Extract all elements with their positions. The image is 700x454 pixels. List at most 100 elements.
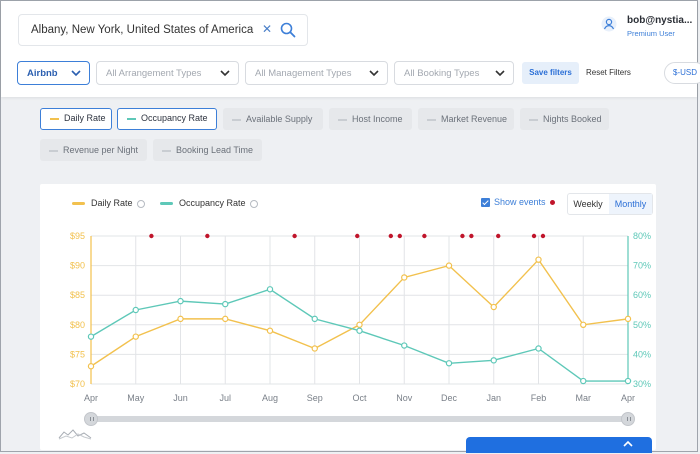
- right-axis-tick-label: 30%: [633, 379, 651, 389]
- x-axis-tick-label: Jun: [173, 393, 188, 403]
- save-filters-button[interactable]: Save filters: [522, 62, 579, 84]
- left-axis-tick-label: $70: [70, 379, 85, 389]
- metric-label: Nights Booked: [543, 114, 602, 124]
- right-axis-tick-label: 70%: [633, 261, 651, 271]
- currency-select[interactable]: $-USD: [664, 62, 700, 84]
- metric-swatch: [529, 118, 538, 121]
- occupancy-rate-swatch: [127, 117, 136, 120]
- data-point-daily-rate: [177, 315, 184, 323]
- data-point-daily-rate: [356, 321, 363, 328]
- management-select-value: All Management Types: [255, 68, 352, 79]
- left-axis-tick-label: $95: [70, 231, 85, 241]
- right-axis-tick-label: 60%: [633, 290, 651, 300]
- data-point-daily-rate: [266, 327, 274, 334]
- data-point-daily-rate: [311, 345, 318, 352]
- event-marker: [540, 233, 546, 239]
- metric-swatch: [49, 149, 58, 152]
- event-marker: [397, 233, 402, 239]
- x-axis-tick-label: Aug: [262, 393, 278, 403]
- metric-label: Daily Rate: [64, 113, 106, 123]
- data-point-occupancy-rate: [132, 306, 139, 314]
- metric-swatch: [232, 118, 241, 121]
- range-start-handle[interactable]: [84, 412, 98, 426]
- booking-select-value: All Booking Types: [404, 68, 480, 79]
- event-marker: [496, 233, 501, 239]
- metric-label: Available Supply: [246, 114, 313, 124]
- data-point-daily-rate: [624, 315, 632, 323]
- data-point-occupancy-rate: [401, 342, 408, 349]
- user-name: bob@nystia...: [627, 15, 693, 26]
- arrangement-select[interactable]: All Arrangement Types: [96, 61, 239, 85]
- metric-booking-lead-time[interactable]: Booking Lead Time: [153, 139, 262, 161]
- x-axis-tick-label: Apr: [621, 393, 635, 403]
- data-point-occupancy-rate: [624, 377, 632, 385]
- data-point-daily-rate: [535, 256, 542, 263]
- metric-occupancy-rate[interactable]: Occupancy Rate: [117, 108, 217, 130]
- data-point-occupancy-rate: [311, 315, 318, 323]
- left-axis-tick-label: $90: [70, 261, 85, 271]
- metric-swatch: [427, 118, 436, 121]
- management-select[interactable]: All Management Types: [245, 61, 388, 85]
- metric-market-revenue[interactable]: Market Revenue: [418, 108, 514, 130]
- metric-host-income[interactable]: Host Income: [329, 108, 412, 130]
- metric-daily-rate[interactable]: Daily Rate: [40, 108, 112, 130]
- x-axis-tick-label: May: [127, 393, 145, 403]
- right-axis-tick-label: 50%: [633, 320, 651, 330]
- event-marker: [422, 233, 427, 239]
- data-point-occupancy-rate: [580, 377, 587, 385]
- platform-select[interactable]: Airbnb: [17, 61, 90, 85]
- data-point-daily-rate: [490, 303, 497, 311]
- arrangement-select-value: All Arrangement Types: [106, 68, 202, 79]
- data-point-daily-rate: [445, 262, 453, 269]
- x-axis-tick-label: Jul: [219, 393, 231, 403]
- line-chart: $70 30% $75 40% $80 50% $85 60% $90 70% $95 80% Apr M…: [70, 231, 651, 403]
- data-point-occupancy-rate: [222, 300, 229, 308]
- chevron-down-icon: [220, 70, 230, 77]
- event-marker: [460, 233, 465, 239]
- range-end-handle[interactable]: [621, 412, 635, 426]
- close-icon[interactable]: ✕: [262, 22, 272, 36]
- data-point-occupancy-rate: [490, 357, 497, 364]
- x-axis-tick-label: Nov: [396, 393, 413, 403]
- mini-preview-icon: [58, 429, 92, 440]
- left-axis-tick-label: $75: [70, 349, 85, 359]
- chart-card: Daily Rate Occupancy Rate Show events We…: [40, 184, 656, 450]
- search-input[interactable]: Albany, New York, United States of Ameri…: [31, 24, 253, 36]
- reset-filters-button[interactable]: Reset Filters: [586, 62, 631, 84]
- event-marker: [531, 233, 537, 239]
- location-search[interactable]: Albany, New York, United States of Ameri…: [18, 14, 308, 46]
- data-point-daily-rate: [401, 274, 408, 281]
- metric-revenue-per-night[interactable]: Revenue per Night: [40, 139, 147, 161]
- chevron-up-icon: [623, 440, 633, 447]
- event-marker: [292, 233, 297, 239]
- left-axis-tick-label: $80: [70, 320, 85, 330]
- data-point-daily-rate: [87, 363, 95, 370]
- data-point-daily-rate: [580, 321, 587, 328]
- x-axis-tick-label: Sep: [307, 393, 323, 403]
- x-axis-tick-label: Oct: [352, 393, 367, 403]
- x-axis-tick-label: Feb: [531, 393, 547, 403]
- x-axis-tick-label: Apr: [84, 393, 98, 403]
- event-marker: [205, 233, 210, 239]
- user-plan: Premium User: [627, 29, 675, 38]
- metric-nights-booked[interactable]: Nights Booked: [520, 108, 609, 130]
- user-icon: [601, 16, 617, 32]
- metric-available-supply[interactable]: Available Supply: [223, 108, 323, 130]
- metric-label: Occupancy Rate: [141, 113, 208, 123]
- scroll-to-top-tab[interactable]: [466, 437, 652, 453]
- data-point-occupancy-rate: [445, 360, 453, 367]
- data-point-occupancy-rate: [535, 345, 542, 352]
- right-axis-tick-label: 80%: [633, 231, 651, 241]
- right-axis-tick-label: 40%: [633, 349, 651, 359]
- x-axis-tick-label: Jan: [486, 393, 501, 403]
- metric-swatch: [338, 118, 347, 121]
- platform-select-value: Airbnb: [27, 68, 58, 79]
- booking-select[interactable]: All Booking Types: [394, 61, 514, 85]
- search-icon[interactable]: [280, 22, 296, 38]
- x-axis-tick-label: Mar: [576, 393, 592, 403]
- range-slider[interactable]: [84, 416, 630, 422]
- data-point-occupancy-rate: [266, 286, 274, 293]
- chevron-down-icon: [495, 70, 505, 77]
- data-point-occupancy-rate: [177, 297, 184, 305]
- top-bar: Albany, New York, United States of Ameri…: [1, 1, 700, 97]
